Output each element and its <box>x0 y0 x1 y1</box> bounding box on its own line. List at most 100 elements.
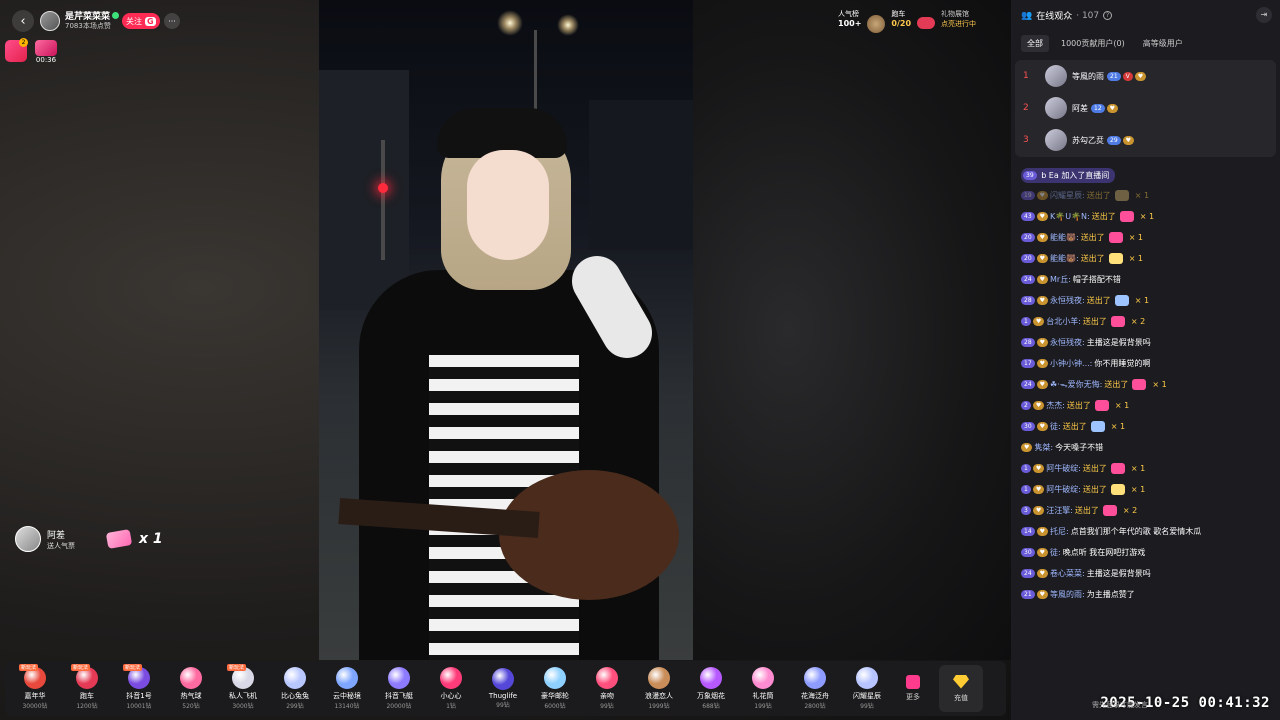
gift-item[interactable]: 闪耀星辰 99钻 <box>841 661 893 716</box>
popularity-rank[interactable]: 人气榜 100+ <box>838 9 861 29</box>
chat-user[interactable]: 徒: <box>1050 546 1061 560</box>
chat-user[interactable]: 阿牛破绽: <box>1046 483 1081 497</box>
chat-user[interactable]: 汪汪擎: <box>1046 504 1073 518</box>
gift-item[interactable]: 抖音飞艇 20000钻 <box>373 661 425 716</box>
gift-name: 私人飞机 <box>229 692 257 700</box>
rank-avatar <box>1045 65 1067 87</box>
host-info[interactable]: 是芹菜菜菜 7083本场点赞 <box>40 9 120 33</box>
chat-user[interactable]: 闪耀星辰: <box>1050 189 1085 203</box>
chat-message: 28 ♥ 永恒残夜: 主播这是假背景吗 <box>1021 332 1276 353</box>
gift-icon <box>700 667 722 689</box>
fan-badge-icon: ♥ <box>1036 527 1049 536</box>
fan-badge-icon: ♥ <box>1021 443 1033 452</box>
help-icon[interactable]: ? <box>1103 11 1113 20</box>
fan-badge-icon: ♥ <box>1134 71 1147 81</box>
audience-tab[interactable]: 高等级用户 <box>1137 35 1189 52</box>
fan-badge-icon: ♥ <box>1036 548 1049 557</box>
gift-item[interactable]: 浪漫恋人 1999钻 <box>633 661 685 716</box>
chat-list[interactable]: 39 b Ea 加入了直播间 19 ♥ 闪耀星辰: 送出了 × 1 43 ♥ K🌴U🌴N: 送出… <box>1021 163 1276 698</box>
chat-message: 30 ♥ 徒: 送出了 × 1 <box>1021 416 1276 437</box>
chat-user[interactable]: 能能🐻: <box>1050 231 1079 245</box>
gift-name: 豪华邮轮 <box>541 692 569 700</box>
fan-badge: G <box>145 16 156 26</box>
chat-message: 24 ♥ 卷心菜菜: 主播这是假背景吗 <box>1021 563 1276 584</box>
chat-text: 晚点听 我在网吧打游戏 <box>1062 547 1146 557</box>
follow-button[interactable]: 关注 G <box>122 13 160 29</box>
gift-price: 520钻 <box>182 703 200 710</box>
rank-avatar <box>1045 97 1067 119</box>
gift-item[interactable]: 礼花筒 199钻 <box>737 661 789 716</box>
gift-item[interactable]: 小心心 1钻 <box>425 661 477 716</box>
chat-user[interactable]: 徒: <box>1050 420 1061 434</box>
race-progress[interactable]: 跑车 0/20 <box>891 9 911 29</box>
gift-item[interactable]: 花海泛舟 2800钻 <box>789 661 841 716</box>
chat-user[interactable]: K🌴U🌴N: <box>1050 210 1090 224</box>
gift-action: 送人气票 <box>47 541 75 550</box>
rank-row[interactable]: 3 苏勾乙烎 29 ♥ <box>1015 124 1276 156</box>
gift-item[interactable]: 新玩法 抖音1号 10001钻 <box>113 661 165 716</box>
gift-item[interactable]: 新玩法 跑车 1200钻 <box>61 661 113 716</box>
gift-box-icon <box>35 40 57 56</box>
fan-badge-icon: ♥ <box>1036 233 1049 242</box>
gift-sent-label: 送出了 <box>1091 211 1116 221</box>
audience-tab[interactable]: 1000贡献用户(0) <box>1055 35 1131 52</box>
chat-user[interactable]: 等風的雨: <box>1050 588 1085 602</box>
chat-user[interactable]: 杰杰: <box>1046 399 1065 413</box>
chat-user[interactable]: 阿牛破绽: <box>1046 462 1081 476</box>
gift-notice: 阿差 送人气票 x 1 <box>15 526 163 552</box>
chat-user[interactable]: 隽桀: <box>1034 441 1053 455</box>
top-rank-list: 1 等風的雨 21 V ♥ 2 阿差 12 ♥ 3 苏勾乙烎 29 ♥ <box>1015 60 1276 157</box>
gift-name: 小心心 <box>440 692 462 700</box>
chat-user[interactable]: Mr丘: <box>1050 273 1071 287</box>
chat-user[interactable]: 托尼: <box>1050 525 1069 539</box>
gift-icon <box>1110 463 1125 474</box>
login-to-chat-prompt[interactable]: 需先登录才能发言 <box>1092 700 1148 710</box>
sender-name: 阿差 <box>47 530 66 541</box>
gift-sent-label: 送出了 <box>1104 379 1129 389</box>
gift-item[interactable]: 万象烟花 688钻 <box>685 661 737 716</box>
gift-item[interactable]: 云中秘境 13140钻 <box>321 661 373 716</box>
gift-item[interactable]: 新玩法 嘉年华 30000钻 <box>9 661 61 716</box>
join-user: b Ea <box>1041 171 1059 180</box>
chat-user[interactable]: ☘·ᯓ爱你无悔: <box>1050 378 1102 392</box>
gift-gallery[interactable]: 礼物展馆 点亮进行中 <box>941 9 976 29</box>
gift-price: 199钻 <box>754 703 772 710</box>
gift-item[interactable]: 亲吻 99钻 <box>581 661 633 716</box>
chat-message: 20 ♥ 能能🐻: 送出了 × 1 <box>1021 248 1276 269</box>
host-avatar[interactable] <box>40 11 60 31</box>
gift-name: 嘉年华 <box>24 692 46 700</box>
gift-item[interactable]: 新玩法 私人飞机 3000钻 <box>217 661 269 716</box>
gift-sent-label: 送出了 <box>1086 295 1111 305</box>
chat-user[interactable]: 能能🐻: <box>1050 252 1079 266</box>
audience-tab[interactable]: 全部 <box>1021 35 1049 52</box>
gift-item[interactable]: 热气球 520钻 <box>165 661 217 716</box>
chat-user[interactable]: 小钟小钟...: <box>1050 357 1092 371</box>
live-video[interactable] <box>319 0 693 660</box>
gift-item[interactable]: 比心兔兔 299钻 <box>269 661 321 716</box>
more-gifts-button[interactable]: 更多 <box>893 675 933 702</box>
gift-tag: 新玩法 <box>123 664 143 671</box>
traffic-pole <box>381 140 385 260</box>
gift-icon <box>1094 400 1109 411</box>
collapse-panel-icon[interactable]: ⇥ <box>1256 7 1272 23</box>
building <box>319 70 409 310</box>
gift-item[interactable]: Thuglife 99钻 <box>477 661 529 716</box>
back-button[interactable]: ‹ <box>12 10 34 32</box>
gift-name: 云中秘境 <box>333 692 361 700</box>
live-room: ‹ 是芹菜菜菜 7083本场点赞 关注 G ··· 2 00:36 人气榜 10… <box>0 0 1280 720</box>
level-badge: 28 <box>1021 296 1035 305</box>
fan-badge-icon: ♥ <box>1032 464 1045 473</box>
chat-user[interactable]: 永恒残夜: <box>1050 336 1085 350</box>
gift-timer[interactable]: 00:36 <box>33 40 59 64</box>
chat-user[interactable]: 卷心菜菜: <box>1050 567 1085 581</box>
recharge-button[interactable]: 充值 <box>939 665 983 712</box>
fan-badge-icon: ♥ <box>1032 317 1045 326</box>
chat-user[interactable]: 永恒残夜: <box>1050 294 1085 308</box>
rank-row[interactable]: 1 等風的雨 21 V ♥ <box>1015 60 1276 92</box>
gift-gallery-label: 礼物展馆 <box>941 10 970 18</box>
gift-item[interactable]: 豪华邮轮 6000钻 <box>529 661 581 716</box>
video-stage <box>0 0 1011 720</box>
rank-row[interactable]: 2 阿差 12 ♥ <box>1015 92 1276 124</box>
more-button[interactable]: ··· <box>164 13 180 29</box>
chat-user[interactable]: 台北小羊: <box>1046 315 1081 329</box>
